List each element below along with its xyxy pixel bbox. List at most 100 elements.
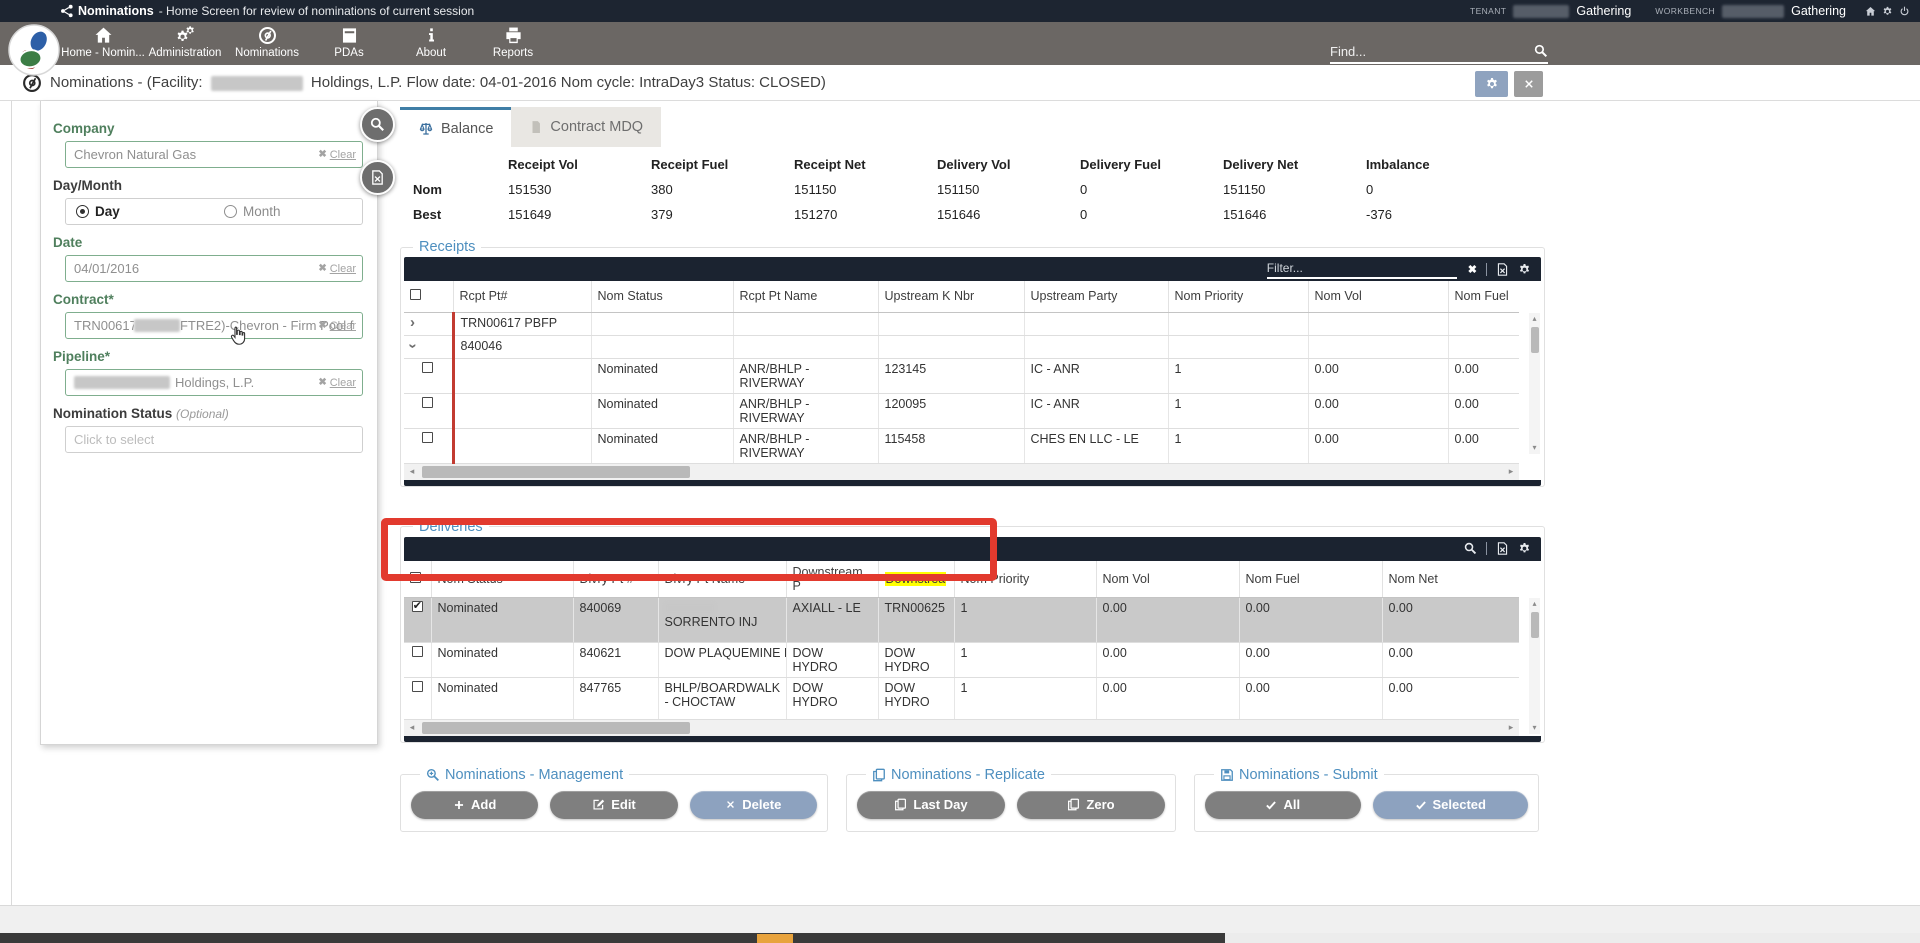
- pt-name-redacted: [665, 603, 715, 614]
- deliveries-data-row[interactable]: Nominated 847765 BHLP/BOARDWALK - CHOCTA…: [404, 677, 1519, 719]
- submit-all-button[interactable]: All: [1205, 791, 1361, 819]
- scroll-left-arrow[interactable]: ◂: [404, 466, 420, 477]
- row-checkbox[interactable]: [422, 362, 433, 373]
- scroll-right-arrow[interactable]: ▸: [1503, 722, 1519, 733]
- gear-icon[interactable]: [1882, 6, 1893, 17]
- home-icon[interactable]: [1865, 6, 1876, 17]
- scrollbar-thumb[interactable]: [1531, 327, 1539, 353]
- scrollbar-thumb[interactable]: [422, 722, 690, 734]
- contract-field[interactable]: TRN00617( FTRE2)-Chevron - Firm Pool for…: [65, 312, 363, 339]
- excel-export-icon[interactable]: [1496, 542, 1509, 555]
- action-sections: Nominations - Management Add Edit Delete: [400, 767, 1545, 832]
- nav-item-nominations[interactable]: Nominations: [226, 22, 308, 65]
- app-logo-icon[interactable]: [8, 24, 60, 76]
- power-icon[interactable]: [1899, 6, 1910, 17]
- grid-settings-gear-icon[interactable]: [1518, 263, 1531, 276]
- search-icon[interactable]: [1464, 542, 1477, 555]
- nomination-circle-icon: [258, 26, 277, 45]
- page-settings-button[interactable]: [1475, 71, 1508, 97]
- grid-settings-gear-icon[interactable]: [1518, 542, 1531, 555]
- select-all-checkbox[interactable]: [410, 572, 421, 583]
- select-all-checkbox[interactable]: [410, 289, 421, 300]
- receipts-data-row[interactable]: Nominated ANR/BHLP - RIVERWAY 120095 IC …: [404, 393, 1519, 428]
- deliveries-data-row[interactable]: Nominated 840621 DOW PLAQUEMINE LP DOW H…: [404, 642, 1519, 677]
- company-field[interactable]: Chevron Natural Gas ✖ Clear: [65, 141, 363, 168]
- deliveries-horizontal-scrollbar[interactable]: ◂ ▸: [404, 720, 1519, 736]
- scroll-right-arrow[interactable]: ▸: [1503, 466, 1519, 477]
- scroll-down-arrow[interactable]: ▾: [1532, 442, 1536, 454]
- filter-clear-icon[interactable]: ✖: [1468, 263, 1477, 276]
- zero-button[interactable]: Zero: [1017, 791, 1165, 819]
- management-section: Nominations - Management Add Edit Delete: [400, 767, 828, 832]
- contract-clear-button[interactable]: ✖ Clear: [318, 313, 356, 338]
- receipts-horizontal-scrollbar[interactable]: ◂ ▸: [404, 464, 1519, 480]
- receipts-filter-input[interactable]: [1267, 261, 1457, 275]
- receipts-vertical-scrollbar[interactable]: ▴ ▾: [1529, 313, 1540, 454]
- find-input[interactable]: [1330, 44, 1534, 59]
- delete-button[interactable]: Delete: [690, 791, 817, 819]
- last-day-button[interactable]: Last Day: [857, 791, 1005, 819]
- expand-chevron-down-icon[interactable]: ›: [408, 343, 418, 348]
- row-checkbox[interactable]: [422, 432, 433, 443]
- scroll-left-arrow[interactable]: ◂: [404, 722, 420, 733]
- home-icon: [94, 26, 113, 45]
- receipts-legend: Receipts: [413, 239, 481, 255]
- receipts-toolbar: ✖: [404, 257, 1541, 281]
- add-button[interactable]: Add: [411, 791, 538, 819]
- gears-icon: [176, 26, 195, 45]
- search-fab-button[interactable]: [360, 107, 395, 142]
- row-checkbox[interactable]: [412, 681, 423, 692]
- page-close-button[interactable]: [1514, 71, 1543, 97]
- nav-item-reports[interactable]: Reports: [472, 22, 554, 65]
- receipts-section: Receipts ✖ Rcpt Pt# Nom Status Rcpt Pt N…: [400, 239, 1545, 487]
- row-checkbox-checked[interactable]: [412, 601, 423, 612]
- edit-pencil-icon: [592, 798, 605, 811]
- workbench-redacted: [1722, 5, 1784, 18]
- receipts-group-row[interactable]: › TRN00617 PBFP: [404, 312, 1519, 335]
- balance-header-row: Receipt Vol Receipt Fuel Receipt Net Del…: [400, 151, 1545, 177]
- main-content: Balance Contract MDQ Receipt Vol Receipt…: [400, 101, 1545, 832]
- document-icon: [529, 120, 543, 134]
- tab-balance[interactable]: Balance: [400, 107, 511, 147]
- submit-selected-button[interactable]: Selected: [1373, 791, 1529, 819]
- toolbar-divider: [1486, 542, 1487, 555]
- nav-item-about[interactable]: About: [390, 22, 472, 65]
- nav-item-administration[interactable]: Administration: [144, 22, 226, 65]
- scroll-up-arrow[interactable]: ▴: [1532, 313, 1536, 325]
- scroll-down-arrow[interactable]: ▾: [1532, 722, 1536, 734]
- nomination-status-field[interactable]: Click to select: [65, 426, 363, 453]
- nomination-status-label: Nomination Status (Optional): [53, 406, 363, 421]
- radio-day[interactable]: Day: [66, 204, 214, 219]
- printer-icon: [504, 26, 523, 45]
- pipeline-field[interactable]: Holdings, L.P. ✖ Clear: [65, 369, 363, 396]
- date-field[interactable]: 04/01/2016 ✖ Clear: [65, 255, 363, 282]
- copy-icon: [1067, 798, 1080, 811]
- tab-contract-mdq[interactable]: Contract MDQ: [511, 107, 661, 147]
- company-clear-button[interactable]: ✖ Clear: [318, 142, 356, 167]
- deliveries-vertical-scrollbar[interactable]: ▴ ▾: [1529, 598, 1540, 734]
- edit-button[interactable]: Edit: [550, 791, 677, 819]
- scrollbar-thumb[interactable]: [422, 466, 690, 478]
- close-icon: [1523, 78, 1535, 90]
- scrollbar-thumb[interactable]: [1531, 612, 1539, 638]
- nav-item-pdas[interactable]: PDAs: [308, 22, 390, 65]
- export-fab-button[interactable]: [360, 160, 395, 195]
- deliveries-selected-row[interactable]: Nominated 840069 SORRENTO INJ AXIALL - L…: [404, 597, 1519, 642]
- expand-chevron-right-icon[interactable]: ›: [410, 318, 415, 328]
- pipeline-clear-button[interactable]: ✖ Clear: [318, 370, 356, 395]
- receipts-data-row[interactable]: Nominated ANR/BHLP - RIVERWAY 123145 IC …: [404, 358, 1519, 393]
- deliveries-legend: Deliveries: [413, 519, 489, 535]
- balance-row-nom: Nom 151530 380 151150 151150 0 151150 0: [400, 177, 1545, 202]
- nav-item-home[interactable]: Home - Nomin...: [62, 22, 144, 65]
- main-navbar: Home - Nomin... Administration Nominatio…: [0, 22, 1920, 65]
- receipts-data-row[interactable]: Nominated ANR/BHLP - RIVERWAY 115458 CHE…: [404, 428, 1519, 463]
- radio-month[interactable]: Month: [214, 204, 362, 219]
- receipts-group-row[interactable]: › 840046: [404, 335, 1519, 358]
- radio-unselected-icon: [224, 205, 237, 218]
- scroll-up-arrow[interactable]: ▴: [1532, 598, 1536, 610]
- date-clear-button[interactable]: ✖ Clear: [318, 256, 356, 281]
- row-checkbox[interactable]: [412, 646, 423, 657]
- search-icon[interactable]: [1534, 44, 1548, 58]
- excel-export-icon[interactable]: [1496, 263, 1509, 276]
- row-checkbox[interactable]: [422, 397, 433, 408]
